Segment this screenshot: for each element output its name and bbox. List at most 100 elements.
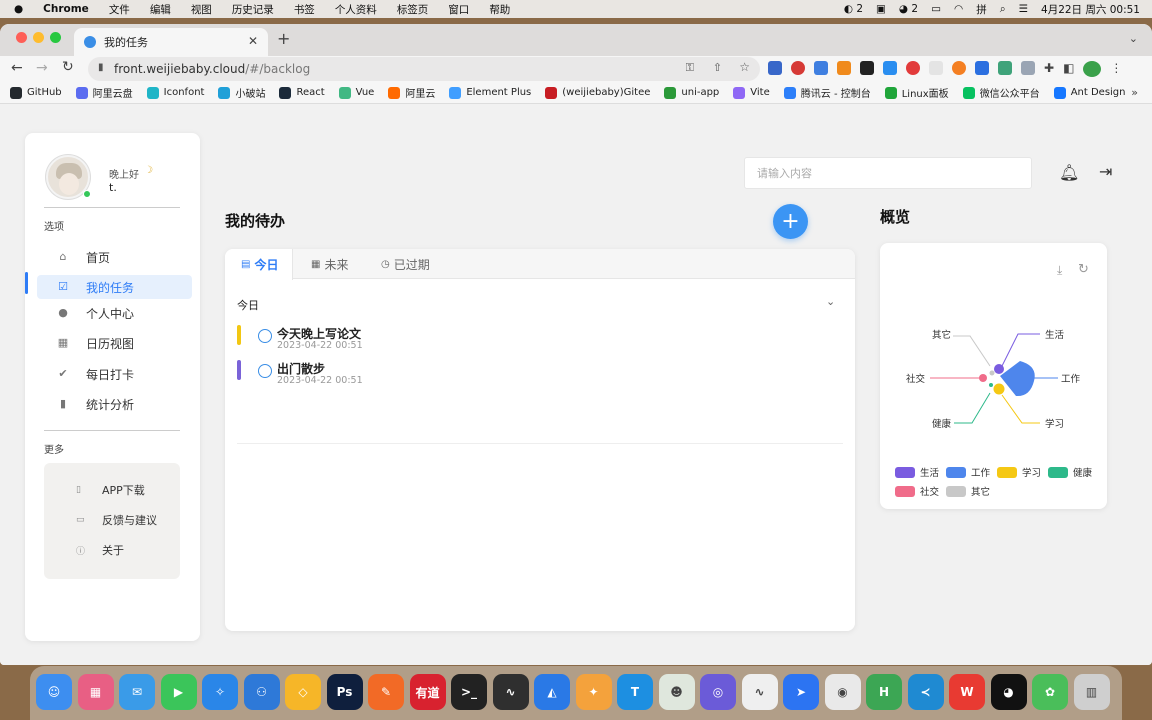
dock-app-pen-app[interactable]: ✎ <box>368 674 404 710</box>
legend-item[interactable]: 生活 <box>895 465 939 479</box>
close-window-button[interactable] <box>16 32 27 43</box>
apple-icon[interactable]: ● <box>14 3 23 15</box>
bell-icon[interactable]: 🔔︎ <box>1059 163 1079 182</box>
address-bar[interactable]: ▮ front.weijiebaby.cloud/#/backlog ⚿ ⇧ ☆ <box>88 57 760 81</box>
dock-app-app-green[interactable]: ✿ <box>1032 674 1068 710</box>
bookmark-item[interactable]: Vue <box>338 86 374 99</box>
menubar-item[interactable]: 帮助 <box>489 2 510 17</box>
task-complete-checkbox[interactable] <box>258 364 272 378</box>
dock-app-trash[interactable]: ▥ <box>1073 674 1110 710</box>
profile-avatar[interactable] <box>1083 61 1102 77</box>
bookmark-item[interactable]: Vite <box>733 86 770 99</box>
dock-app-vscode[interactable]: ≺ <box>907 674 944 710</box>
adblock-icon[interactable] <box>791 61 805 75</box>
refresh-icon[interactable]: ↻ <box>1078 262 1089 277</box>
menubar-item[interactable]: 书签 <box>294 2 315 17</box>
dock-app-chrome[interactable]: ◉ <box>824 674 861 710</box>
dock-app-youdao[interactable]: 有道 <box>409 674 446 710</box>
dock-app-sourcetree[interactable]: ⚇ <box>243 674 280 710</box>
battery-icon[interactable]: ▭ <box>931 3 941 15</box>
tab-future[interactable]: ▦ 未来 <box>311 249 348 279</box>
bookmark-item[interactable]: React <box>279 86 325 99</box>
extension-mask-icon[interactable] <box>860 61 874 75</box>
menubar-item[interactable]: 标签页 <box>397 2 429 17</box>
legend-item[interactable]: 工作 <box>946 465 990 479</box>
dock-app-app-orange[interactable]: ✦ <box>575 674 612 710</box>
dock-app-terminal[interactable]: >_ <box>451 674 487 710</box>
dock-app-app-blue[interactable]: ◭ <box>534 674 570 710</box>
off-extension-icon[interactable] <box>837 61 851 75</box>
dock-app-app-rainbow[interactable]: ◎ <box>700 674 736 710</box>
search-input[interactable]: 请输入内容 <box>744 157 1032 189</box>
side-panel-icon[interactable]: ◧ <box>1063 61 1074 77</box>
new-tab-button[interactable]: + <box>277 29 290 48</box>
bookmark-item[interactable]: 微信公众平台 <box>962 85 1040 100</box>
task-complete-checkbox[interactable] <box>258 329 272 343</box>
input-method-icon[interactable]: 拼 <box>976 2 987 17</box>
bookmark-item[interactable]: Ant Design <box>1053 86 1126 99</box>
bookmarks-overflow-icon[interactable]: » <box>1131 86 1138 99</box>
legend-item[interactable]: 学习 <box>997 465 1041 479</box>
bookmark-item[interactable]: 腾讯云 - 控制台 <box>783 85 871 100</box>
more-item-feedback[interactable]: ▭ 反馈与建议 <box>44 509 180 531</box>
bookmark-item[interactable]: 阿里云盘 <box>75 85 133 100</box>
extension-blank-icon[interactable] <box>929 61 943 75</box>
forward-button[interactable]: → <box>36 60 48 76</box>
more-item-download-app[interactable]: ▯ APP下载 <box>44 479 180 501</box>
dock-app-sketch[interactable]: ◇ <box>285 674 321 710</box>
bookmark-item[interactable]: GitHub <box>10 86 62 99</box>
dock-app-app-chart[interactable]: ∿ <box>741 674 778 710</box>
sidebar-item-check-circle[interactable]: ✔ 每日打卡 <box>37 362 192 386</box>
extension-loop-icon[interactable] <box>952 61 966 75</box>
sidebar-item-bar-chart[interactable]: ▮ 统计分析 <box>37 392 192 416</box>
dock-app-activity-monitor[interactable]: ∿ <box>492 674 529 710</box>
wps-status-icon[interactable]: ▣ <box>876 3 886 15</box>
sidebar-item-task[interactable]: ☑ 我的任务 <box>37 275 192 299</box>
dock-app-facetime[interactable]: ▶ <box>160 674 197 710</box>
task-item[interactable]: 今天晚上写论文 2023-04-22 00:51 <box>237 321 837 351</box>
bookmark-item[interactable]: 小破站 <box>218 85 265 100</box>
dock-app-launchpad[interactable]: ▦ <box>77 674 114 710</box>
extension-gem-icon[interactable] <box>1021 61 1035 75</box>
translate-icon[interactable] <box>814 61 828 75</box>
bookmark-item[interactable]: Linux面板 <box>884 85 949 100</box>
share-icon[interactable]: ⇧ <box>713 61 722 74</box>
control-center-icon[interactable]: ☰ <box>1019 3 1028 15</box>
logout-icon[interactable]: ⇥ <box>1099 162 1112 181</box>
back-button[interactable]: ← <box>11 60 23 76</box>
dock-app-lark[interactable]: ➤ <box>783 674 819 710</box>
bookmark-item[interactable]: Element Plus <box>449 86 531 99</box>
close-tab-icon[interactable]: ✕ <box>248 34 258 48</box>
sidebar-item-home[interactable]: ⌂ 首页 <box>37 245 192 269</box>
extension-block-icon[interactable] <box>906 61 920 75</box>
wechat-status-icon[interactable]: ◐ 2 <box>844 3 863 15</box>
group-label-today[interactable]: 今日 <box>237 297 259 313</box>
add-task-button[interactable]: + <box>773 204 808 239</box>
dock-app-wechat[interactable]: ☻ <box>658 674 695 710</box>
menubar-item[interactable]: 视图 <box>191 2 212 17</box>
menubar-item[interactable]: 历史记录 <box>232 2 274 17</box>
tab-expired[interactable]: ◷ 已过期 <box>381 249 430 279</box>
sidebar-item-user[interactable]: ● 个人中心 <box>37 301 192 325</box>
task-item[interactable]: 出门散步 2023-04-22 00:51 <box>237 356 837 386</box>
dock-app-photoshop[interactable]: Ps <box>326 674 363 710</box>
browser-menu-icon[interactable]: ⋮ <box>1110 61 1122 77</box>
menubar-item[interactable]: 文件 <box>109 2 130 17</box>
bookmark-item[interactable]: (weijiebaby)Gitee <box>545 86 650 99</box>
legend-item[interactable]: 健康 <box>1048 465 1092 479</box>
extensions-puzzle-icon[interactable]: ✚ <box>1044 61 1054 77</box>
spotlight-icon[interactable]: ⌕ <box>1000 3 1006 16</box>
bookmark-item[interactable]: 阿里云 <box>388 85 435 100</box>
menubar-item[interactable]: 编辑 <box>150 2 171 17</box>
password-key-icon[interactable]: ⚿ <box>686 61 694 75</box>
menubar-datetime[interactable]: 4月22日 周六 00:51 <box>1041 2 1140 17</box>
legend-item[interactable]: 社交 <box>895 484 939 498</box>
more-item-info[interactable]: ⓘ 关于 <box>44 539 180 561</box>
extension-fe-icon[interactable] <box>975 61 989 75</box>
dock-app-hbuilder[interactable]: H <box>866 674 902 710</box>
dock-app-wps[interactable]: W <box>949 674 985 710</box>
bookmark-star-icon[interactable]: ☆ <box>739 60 750 74</box>
dock-app-app-teal[interactable]: T <box>617 674 653 710</box>
qq-status-icon[interactable]: ◕ 2 <box>899 3 918 15</box>
dock-app-qq[interactable]: ◕ <box>990 674 1027 710</box>
